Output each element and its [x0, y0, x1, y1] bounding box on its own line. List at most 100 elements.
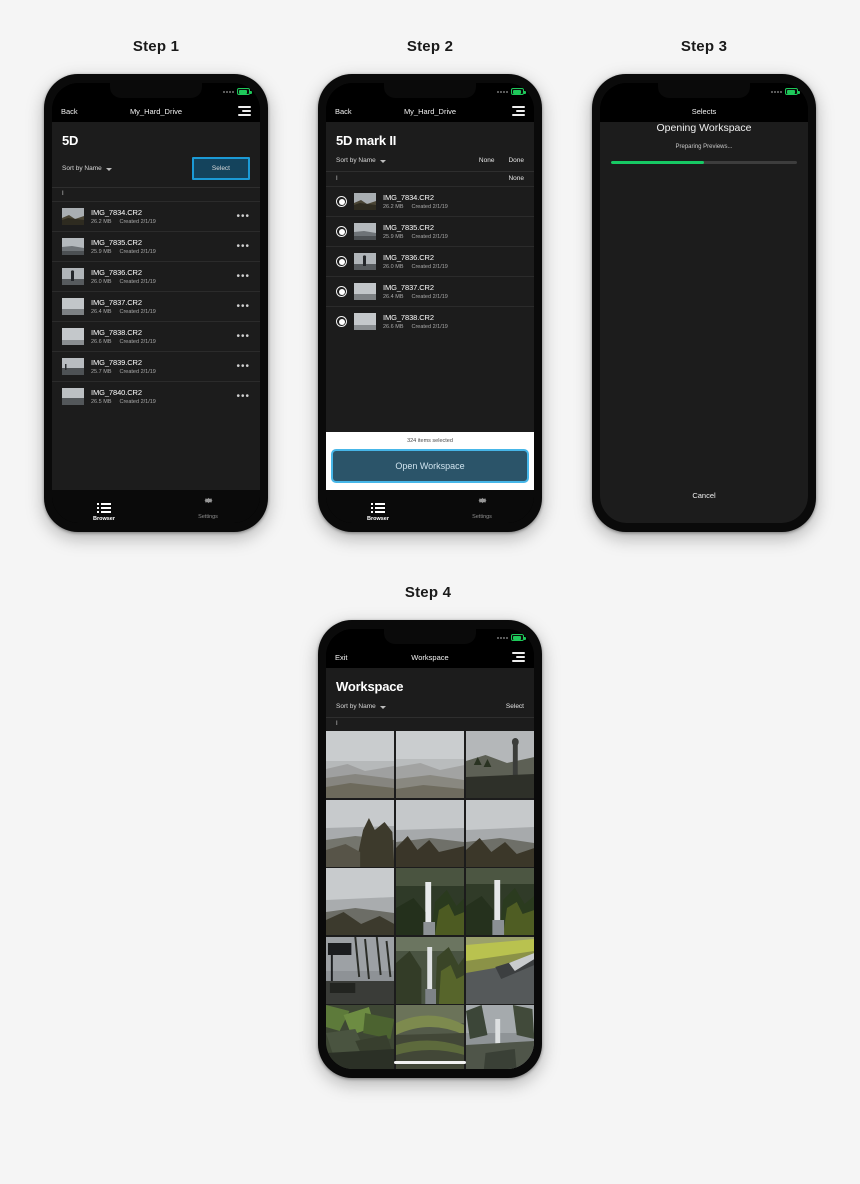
file-size: 26.4 MB — [91, 309, 112, 315]
grid-thumbnail[interactable] — [395, 868, 465, 935]
table-row[interactable]: IMG_7839.CR2 25.7 MB Created 2/1/19 ••• — [52, 351, 260, 381]
file-sub: 26.0 MB Created 2/1/19 — [383, 264, 524, 270]
table-row[interactable]: IMG_7837.CR2 26.4 MB Created 2/1/19 ••• — [52, 291, 260, 321]
file-name: IMG_7836.CR2 — [91, 268, 142, 277]
nav-bar-step-4: Exit Workspace — [326, 646, 534, 668]
section-header: I None — [326, 171, 534, 186]
sort-by-label: Sort by Name — [336, 157, 376, 164]
table-row[interactable]: IMG_7837.CR2 26.4 MB Created 2/1/19 — [326, 276, 534, 306]
table-row[interactable]: IMG_7836.CR2 26.0 MB Created 2/1/19 — [326, 246, 534, 276]
nav-title: Selects — [691, 106, 717, 116]
grid-thumbnail[interactable] — [395, 1005, 465, 1069]
hamburger-menu-icon[interactable] — [512, 652, 525, 662]
exit-button[interactable]: Exit — [335, 653, 348, 662]
tab-settings[interactable]: Settings — [430, 493, 534, 520]
file-size: 25.9 MB — [91, 249, 112, 255]
file-sub: 26.0 MB Created 2/1/19 — [91, 279, 229, 285]
file-meta: IMG_7837.CR2 26.4 MB Created 2/1/19 — [91, 298, 229, 315]
file-meta: IMG_7835.CR2 25.9 MB Created 2/1/19 — [91, 238, 229, 255]
more-options-icon[interactable]: ••• — [236, 241, 250, 251]
hamburger-menu-icon[interactable] — [512, 106, 525, 116]
grid-thumbnail[interactable] — [326, 799, 395, 867]
sort-by-control[interactable]: Sort by Name — [336, 157, 386, 164]
more-options-icon[interactable]: ••• — [236, 361, 250, 371]
grid-thumbnail[interactable] — [326, 1005, 395, 1069]
more-options-icon[interactable]: ••• — [236, 331, 250, 341]
grid-thumbnail[interactable] — [465, 799, 534, 867]
table-row[interactable]: IMG_7835.CR2 25.9 MB Created 2/1/19 — [326, 216, 534, 246]
table-row[interactable]: IMG_7835.CR2 25.9 MB Created 2/1/19 ••• — [52, 231, 260, 261]
file-meta: IMG_7840.CR2 26.5 MB Created 2/1/19 — [91, 388, 229, 405]
select-button[interactable]: Select — [506, 703, 524, 710]
cancel-button[interactable]: Cancel — [692, 491, 715, 500]
done-button[interactable]: Done — [508, 157, 524, 164]
more-options-icon[interactable]: ••• — [236, 271, 250, 281]
row-checkbox[interactable] — [336, 226, 347, 237]
row-checkbox[interactable] — [336, 316, 347, 327]
table-row[interactable]: IMG_7836.CR2 26.0 MB Created 2/1/19 ••• — [52, 261, 260, 291]
thumbnail — [354, 313, 376, 330]
file-sub: 26.6 MB Created 2/1/19 — [383, 324, 524, 330]
notch — [110, 83, 202, 98]
more-options-icon[interactable]: ••• — [236, 391, 250, 401]
table-row[interactable]: IMG_7840.CR2 26.5 MB Created 2/1/19 ••• — [52, 381, 260, 411]
back-button[interactable]: Back — [61, 107, 78, 116]
step-3-label: Step 3 — [680, 38, 728, 55]
grid-thumbnail[interactable] — [465, 936, 534, 1004]
select-button[interactable]: Select — [191, 157, 250, 180]
sort-by-label: Sort by Name — [62, 165, 102, 172]
sort-by-control[interactable]: Sort by Name — [336, 703, 386, 710]
phone-step-4: Exit Workspace Workspace Sort by Name Se… — [318, 620, 542, 1078]
back-button[interactable]: Back — [335, 107, 352, 116]
file-name: IMG_7838.CR2 — [383, 313, 434, 322]
phone-step-3: Selects Opening Workspace Preparing Prev… — [592, 74, 816, 532]
file-meta: IMG_7837.CR2 26.4 MB Created 2/1/19 — [383, 283, 524, 300]
nav-bar-step-3: Selects — [600, 100, 808, 122]
file-sub: 26.5 MB Created 2/1/19 — [91, 399, 229, 405]
thumbnail — [354, 193, 376, 210]
grid-thumbnail[interactable] — [465, 1005, 534, 1069]
sort-by-label: Sort by Name — [336, 703, 376, 710]
grid-thumbnail[interactable] — [326, 868, 395, 935]
content-step-4: Workspace Sort by Name Select I — [326, 668, 534, 1069]
file-meta: IMG_7835.CR2 25.9 MB Created 2/1/19 — [383, 223, 524, 240]
screen-step-2: Back My_Hard_Drive 5D mark II Sort by Na… — [326, 83, 534, 523]
table-row[interactable]: IMG_7834.CR2 26.2 MB Created 2/1/19 ••• — [52, 201, 260, 231]
file-created: Created 2/1/19 — [119, 399, 156, 405]
grid-thumbnail[interactable] — [395, 731, 465, 798]
sort-by-control[interactable]: Sort by Name — [62, 165, 112, 172]
more-options-icon[interactable]: ••• — [236, 211, 250, 221]
battery-icon — [237, 88, 252, 95]
file-size: 26.0 MB — [383, 264, 404, 270]
list-icon — [97, 502, 111, 513]
table-row[interactable]: IMG_7834.CR2 26.2 MB Created 2/1/19 — [326, 186, 534, 216]
notch — [384, 629, 476, 644]
grid-thumbnail[interactable] — [395, 799, 465, 867]
row-checkbox[interactable] — [336, 256, 347, 267]
table-row[interactable]: IMG_7838.CR2 26.6 MB Created 2/1/19 — [326, 306, 534, 336]
section-none-button[interactable]: None — [508, 175, 524, 182]
none-button[interactable]: None — [479, 157, 495, 164]
notch — [384, 83, 476, 98]
table-row[interactable]: IMG_7838.CR2 26.6 MB Created 2/1/19 ••• — [52, 321, 260, 351]
grid-thumbnail[interactable] — [395, 936, 465, 1004]
gear-icon — [203, 495, 214, 506]
tab-settings[interactable]: Settings — [156, 493, 260, 520]
grid-thumbnail[interactable] — [465, 868, 534, 935]
gear-icon — [477, 495, 488, 506]
open-workspace-button[interactable]: Open Workspace — [331, 449, 529, 483]
hamburger-menu-icon[interactable] — [238, 106, 251, 116]
nav-bar-step-1: Back My_Hard_Drive — [52, 100, 260, 122]
more-options-icon[interactable]: ••• — [236, 301, 250, 311]
grid-thumbnail[interactable] — [326, 731, 395, 798]
chevron-down-icon — [379, 705, 386, 709]
grid-thumbnail[interactable] — [326, 936, 395, 1004]
tab-browser[interactable]: Browser — [326, 492, 430, 522]
row-checkbox[interactable] — [336, 286, 347, 297]
row-checkbox[interactable] — [336, 196, 347, 207]
tab-bar-step-2: Browser Settings — [326, 490, 534, 523]
toolbar-step-2: Sort by Name None Done — [326, 148, 534, 171]
grid-thumbnail[interactable] — [465, 731, 534, 798]
file-size: 26.4 MB — [383, 294, 404, 300]
tab-browser[interactable]: Browser — [52, 492, 156, 522]
